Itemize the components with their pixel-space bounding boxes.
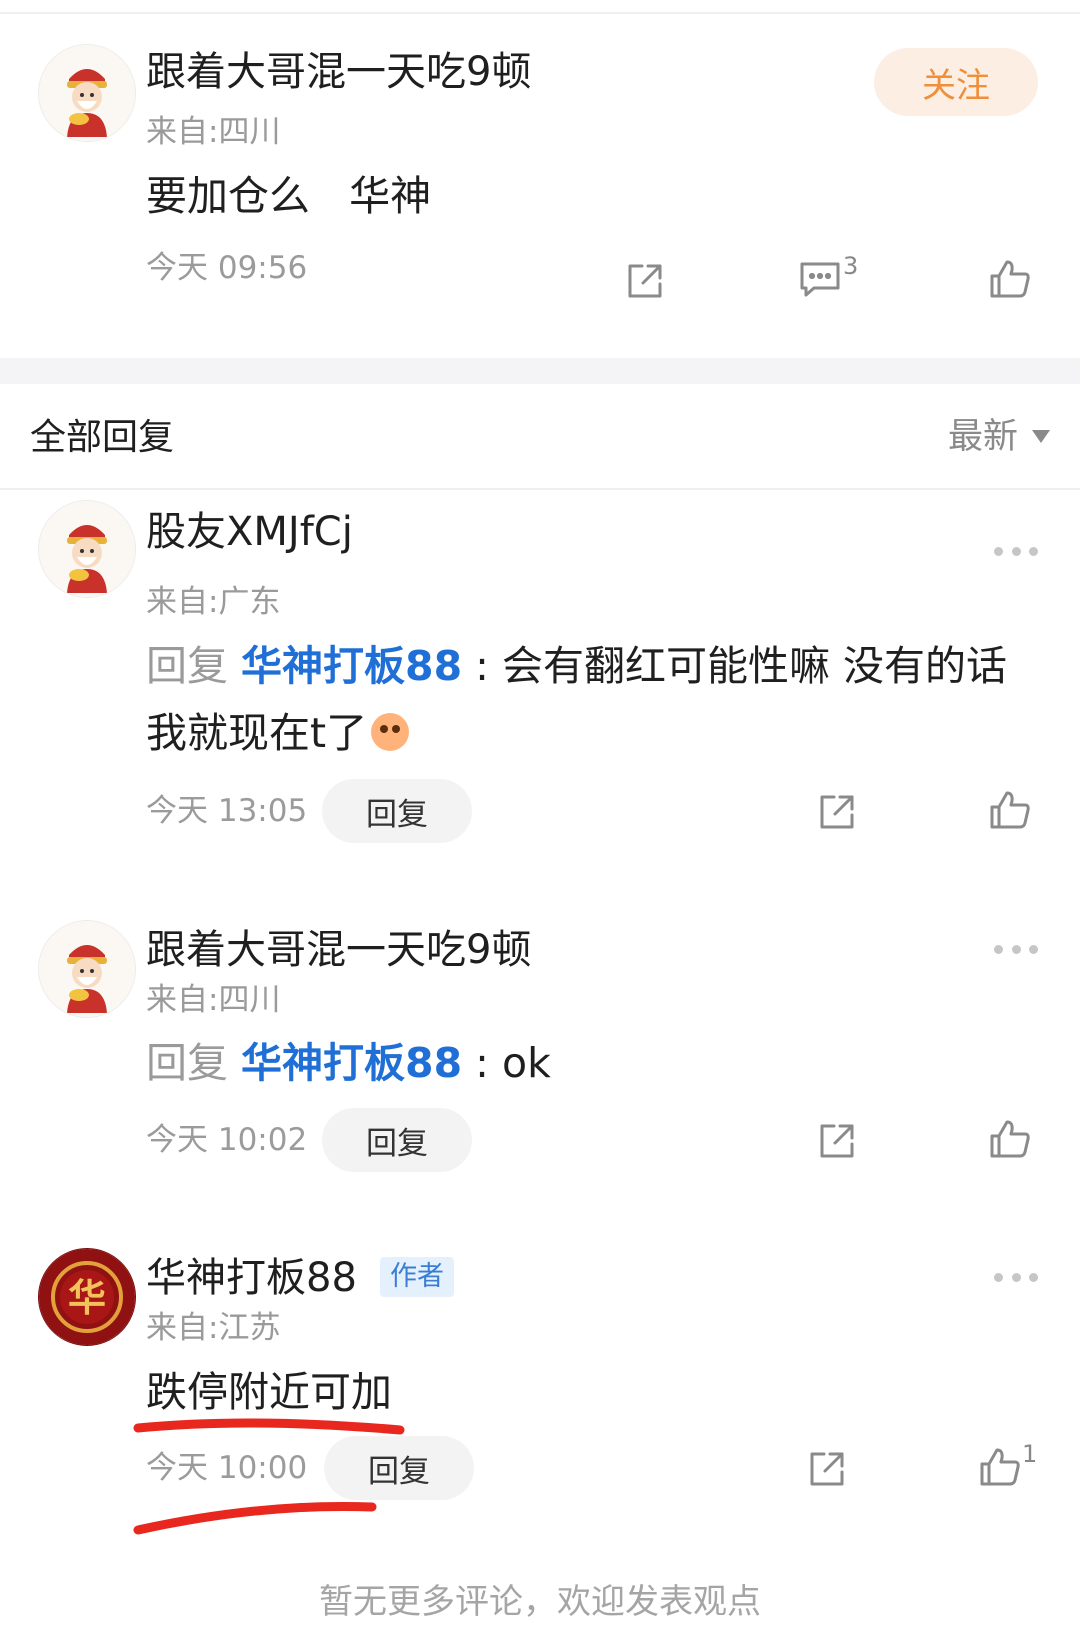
no-more-comments-note: 暂无更多评论，欢迎发表观点: [319, 1582, 761, 1622]
red-annotation-marks: [133, 1418, 405, 1535]
